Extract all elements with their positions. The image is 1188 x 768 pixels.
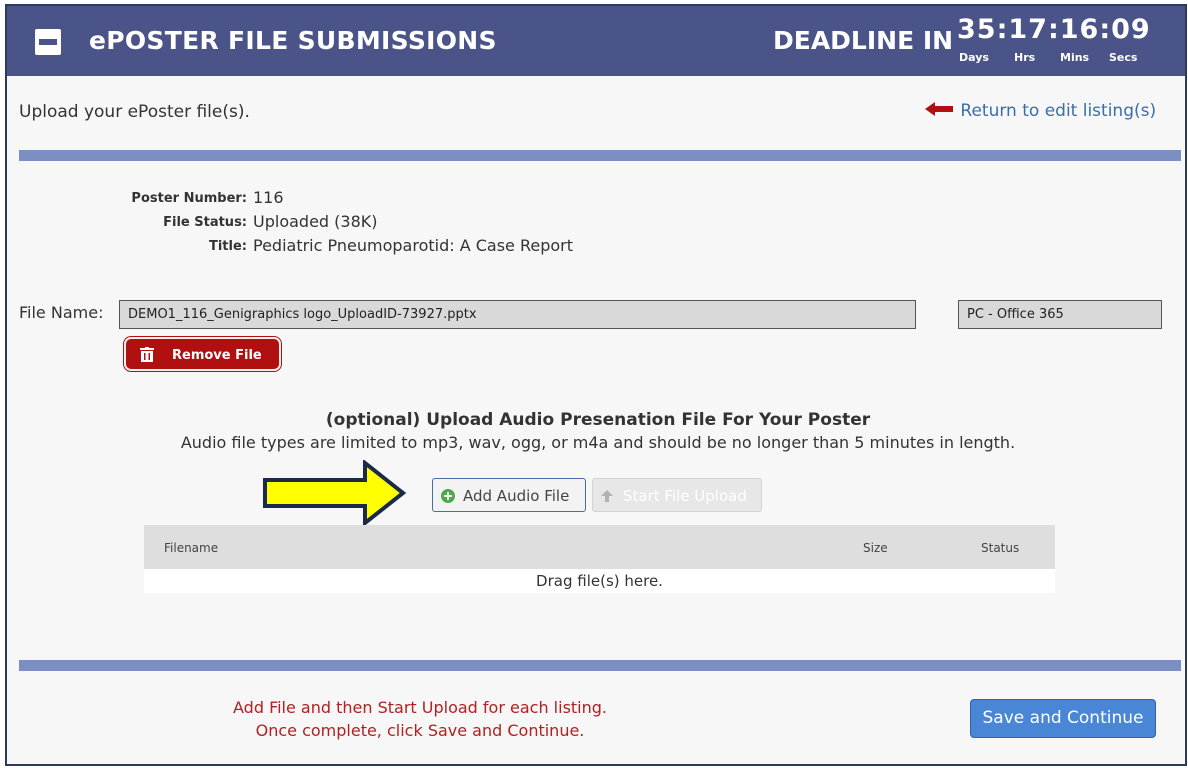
file-status-value: Uploaded (38K) [253, 212, 378, 231]
poster-number-value: 116 [253, 188, 284, 207]
unit-mins: Mins [1060, 51, 1090, 64]
remove-file-button[interactable]: Remove File [124, 337, 281, 371]
trash-icon [140, 347, 154, 362]
instruction-line-1: Add File and then Start Upload for each … [233, 698, 607, 717]
unit-days: Days [959, 51, 989, 64]
col-filename: Filename [164, 541, 219, 555]
return-link-label: Return to edit listing(s) [960, 101, 1157, 121]
upload-arrow-icon [601, 490, 613, 502]
unit-hrs: Hrs [1014, 51, 1036, 64]
audio-file-table: Filename Size Status Drag file(s) here. [144, 525, 1055, 593]
collapse-icon[interactable] [35, 29, 61, 55]
poster-number-label: Poster Number: [131, 191, 247, 206]
unit-secs: Secs [1109, 51, 1138, 64]
title-value: Pediatric Pneumoparotid: A Case Report [253, 236, 574, 255]
yellow-arrow-icon [263, 460, 407, 526]
file-name-label: File Name: [19, 303, 104, 322]
audio-drop-zone[interactable]: Drag file(s) here. [144, 569, 1055, 593]
save-and-continue-button[interactable]: Save and Continue [970, 699, 1156, 738]
return-to-edit-link[interactable]: Return to edit listing(s) [925, 101, 1156, 121]
platform-field: PC - Office 365 [958, 300, 1162, 329]
add-audio-file-label: Add Audio File [463, 487, 570, 505]
panel-header: ePOSTER FILE SUBMISSIONS DEADLINE IN 35:… [7, 6, 1185, 76]
audio-section-description: Audio file types are limited to mp3, wav… [180, 433, 1016, 452]
divider-bar-bottom [19, 660, 1181, 671]
title-label: Title: [208, 239, 247, 254]
divider-bar-top [19, 150, 1181, 161]
col-size: Size [863, 541, 888, 555]
deadline-label: DEADLINE IN [773, 26, 954, 55]
start-file-upload-button[interactable]: Start File Upload [592, 478, 762, 512]
audio-section-title: (optional) Upload Audio Presenation File… [325, 410, 871, 430]
drop-zone-text: Drag file(s) here. [536, 572, 663, 590]
countdown-timer: 35:17:16:09 [957, 14, 1151, 45]
footer-instructions: Add File and then Start Upload for each … [165, 696, 675, 742]
add-audio-file-button[interactable]: Add Audio File [432, 478, 586, 512]
start-file-upload-label: Start File Upload [623, 487, 747, 505]
file-name-field: DEMO1_116_Genigraphics logo_UploadID-739… [119, 300, 916, 329]
audio-table-header: Filename Size Status [144, 525, 1055, 569]
file-status-label: File Status: [163, 215, 247, 230]
upload-heading: Upload your ePoster file(s). [19, 102, 250, 122]
submission-panel: ePOSTER FILE SUBMISSIONS DEADLINE IN 35:… [5, 4, 1187, 766]
arrow-left-icon [925, 102, 953, 116]
col-status: Status [981, 541, 1020, 555]
remove-file-label: Remove File [172, 348, 262, 363]
add-circle-icon [441, 489, 455, 503]
panel-title: ePOSTER FILE SUBMISSIONS [89, 26, 497, 55]
instruction-line-2: Once complete, click Save and Continue. [255, 721, 585, 740]
